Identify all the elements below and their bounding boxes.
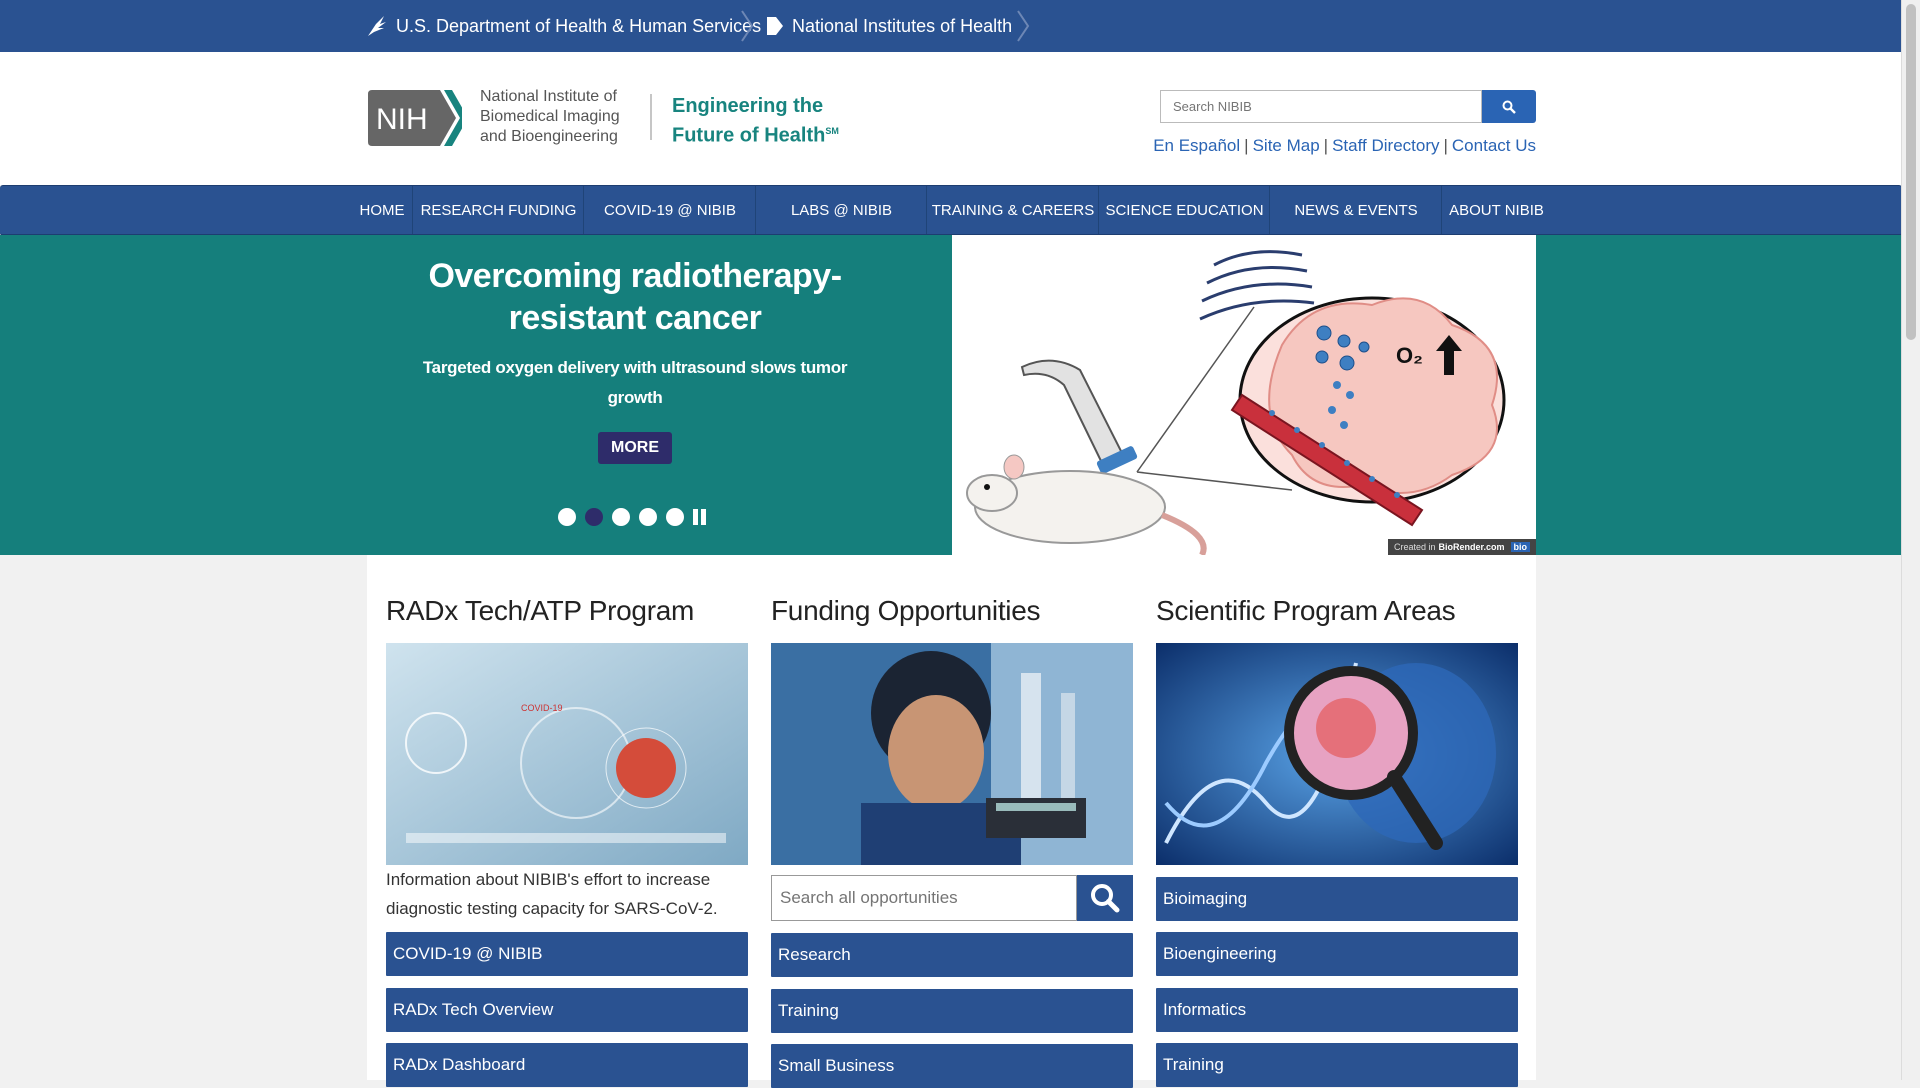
nav-science-education[interactable]: Science Education [1098, 186, 1270, 234]
carousel-dot[interactable] [558, 508, 576, 526]
biorender-credit: Created in BioRender.com bio [1387, 539, 1536, 555]
nih-logo-text: NIH [376, 103, 428, 136]
radx-link-covid[interactable]: COVID-19 @ NIBIB [386, 932, 748, 976]
hhs-link[interactable]: U.S. Department of Health & Human Servic… [366, 0, 761, 52]
utility-links: En Español | Site Map | Staff Directory … [1153, 136, 1536, 156]
radx-image[interactable]: COVID-19 [386, 643, 748, 865]
federal-bar: U.S. Department of Health & Human Servic… [0, 0, 1902, 53]
nav-training-careers[interactable]: Training & Careers [926, 186, 1099, 234]
programs-heading[interactable]: Scientific Program Areas [1156, 595, 1456, 627]
credit-site: BioRender.com [1438, 542, 1505, 552]
institute-line: National Institute of [480, 88, 617, 105]
link-contact-us[interactable]: Contact Us [1452, 136, 1536, 156]
program-link-bioimaging[interactable]: Bioimaging [1156, 877, 1518, 921]
hhs-label: U.S. Department of Health & Human Servic… [396, 15, 762, 36]
hero-subtitle: Targeted oxygen delivery with ultrasound… [422, 358, 848, 407]
chevron-right-icon [741, 10, 754, 42]
mouse-ultrasound-illustration: O₂ [966, 250, 1506, 555]
funding-link-training[interactable]: Training [771, 989, 1133, 1033]
nav-news-events[interactable]: News & Events [1269, 186, 1442, 234]
search-icon [1091, 884, 1120, 913]
radx-heading[interactable]: RADx Tech/ATP Program [386, 595, 694, 627]
funding-link-research[interactable]: Research [771, 933, 1133, 977]
pause-icon[interactable] [693, 509, 707, 525]
carousel-dot[interactable] [639, 508, 657, 526]
main-nav: Home Research Funding COVID-19 @ NIBIB L… [0, 185, 1902, 236]
link-site-map[interactable]: Site Map [1253, 136, 1320, 156]
nih-logo[interactable]: NIH [368, 90, 462, 146]
carousel-dot[interactable] [585, 508, 603, 526]
link-espanol[interactable]: En Español [1153, 136, 1240, 156]
site-search-button[interactable] [1482, 90, 1536, 123]
hero-title: Overcoming radiotherapy-resistant cancer [428, 257, 842, 337]
link-separator: | [1443, 136, 1448, 155]
program-link-training[interactable]: Training [1156, 1043, 1518, 1087]
nav-about[interactable]: About NIBIB [1441, 186, 1551, 234]
hero-illustration[interactable]: O₂ Created in BioRender.com bio [952, 235, 1536, 555]
carousel-controls [558, 507, 707, 527]
nih-label: National Institutes of Health [792, 15, 1013, 36]
radx-description: Information about NIBIB's effort to incr… [386, 870, 718, 918]
credit-tag: bio [1510, 542, 1530, 552]
oxygen-label: O₂ [1396, 343, 1423, 368]
page-scrollbar[interactable] [1901, 0, 1920, 1080]
site-header: NIH National Institute of Biomedical Ima… [0, 52, 1902, 185]
scrollbar-thumb[interactable] [1906, 4, 1916, 340]
funding-image[interactable] [771, 643, 1133, 865]
nav-home[interactable]: Home [352, 186, 412, 234]
chevron-right-icon [1017, 10, 1030, 42]
nav-research-funding[interactable]: Research Funding [412, 186, 584, 234]
service-mark: SM [825, 126, 839, 136]
radx-image-label: COVID-19 [521, 703, 563, 713]
link-separator: | [1244, 136, 1249, 155]
main-content: RADx Tech/ATP Program COVID-19 Informati… [367, 555, 1536, 1088]
program-link-informatics[interactable]: Informatics [1156, 988, 1518, 1032]
credit-prefix: Created in [1393, 542, 1436, 552]
funding-heading[interactable]: Funding Opportunities [771, 595, 1041, 627]
search-icon [1502, 100, 1516, 114]
programs-image[interactable] [1156, 643, 1518, 865]
nih-link[interactable]: National Institutes of Health [766, 0, 1012, 52]
hero-more-button[interactable]: MORE [598, 432, 672, 464]
site-search-input[interactable] [1160, 90, 1482, 123]
institute-line: Biomedical Imaging [480, 108, 620, 125]
tagline-line: Future of Health [672, 124, 826, 147]
link-separator: | [1323, 136, 1329, 155]
carousel-dot[interactable] [666, 508, 684, 526]
institute-line: and Bioengineering [480, 128, 618, 145]
nav-labs[interactable]: Labs @ NIBIB [755, 186, 927, 234]
opportunity-search-button[interactable] [1077, 875, 1133, 921]
radx-link-dashboard[interactable]: RADx Dashboard [386, 1043, 748, 1087]
link-staff-directory[interactable]: Staff Directory [1332, 136, 1439, 156]
nih-tag-icon [767, 17, 783, 35]
funding-link-small-business[interactable]: Small Business [771, 1044, 1133, 1088]
header-divider [650, 94, 652, 140]
tagline: Engineering the Future of HealthSM [672, 94, 839, 149]
nav-covid[interactable]: COVID-19 @ NIBIB [583, 186, 756, 234]
tagline-line: Engineering the [672, 95, 824, 117]
institute-name: National Institute of Biomedical Imaging… [480, 87, 640, 147]
hhs-eagle-icon [368, 16, 386, 36]
opportunity-search-input[interactable] [771, 875, 1077, 921]
hero-carousel: Overcoming radiotherapy-resistant cancer… [0, 235, 1902, 555]
carousel-dot[interactable] [612, 508, 630, 526]
program-link-bioengineering[interactable]: Bioengineering [1156, 932, 1518, 976]
radx-link-overview[interactable]: RADx Tech Overview [386, 988, 748, 1032]
